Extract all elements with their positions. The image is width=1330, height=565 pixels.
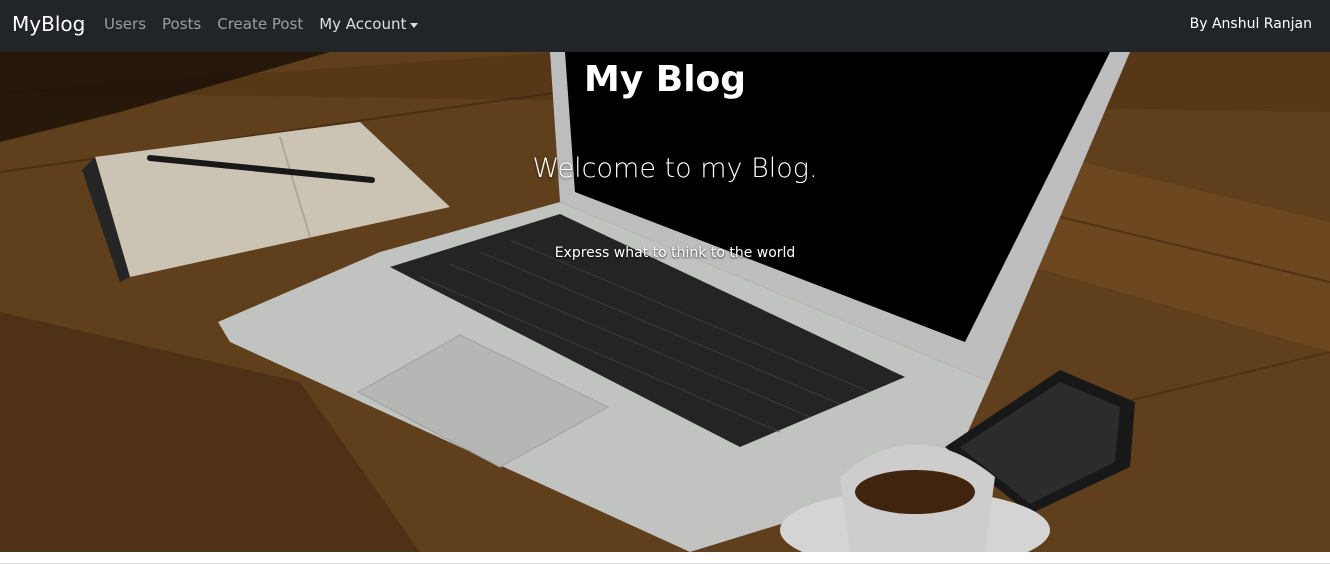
caret-down-icon xyxy=(410,22,419,28)
hero-tagline: Express what to think to the world xyxy=(554,245,796,261)
navbar: MyBlog Users Posts Create Post My Accoun… xyxy=(0,0,1330,52)
nav-link-create-post[interactable]: Create Post xyxy=(217,15,303,33)
brand-link[interactable]: MyBlog xyxy=(12,12,85,36)
laptop-desk-photo xyxy=(0,52,1330,552)
hero-banner: My Blog Welcome to my Blog. Express what… xyxy=(0,52,1330,552)
nav-links: Users Posts Create Post My Account xyxy=(104,15,434,33)
divider xyxy=(0,563,1330,564)
nav-link-posts[interactable]: Posts xyxy=(162,15,201,33)
author-credit: By Anshul Ranjan xyxy=(1189,16,1312,32)
hero-subtitle: Welcome to my Blog. xyxy=(532,153,818,184)
hero-title: My Blog xyxy=(583,59,747,100)
my-account-dropdown[interactable]: My Account xyxy=(319,15,419,33)
nav-link-users[interactable]: Users xyxy=(104,15,146,33)
my-account-label: My Account xyxy=(319,15,407,33)
